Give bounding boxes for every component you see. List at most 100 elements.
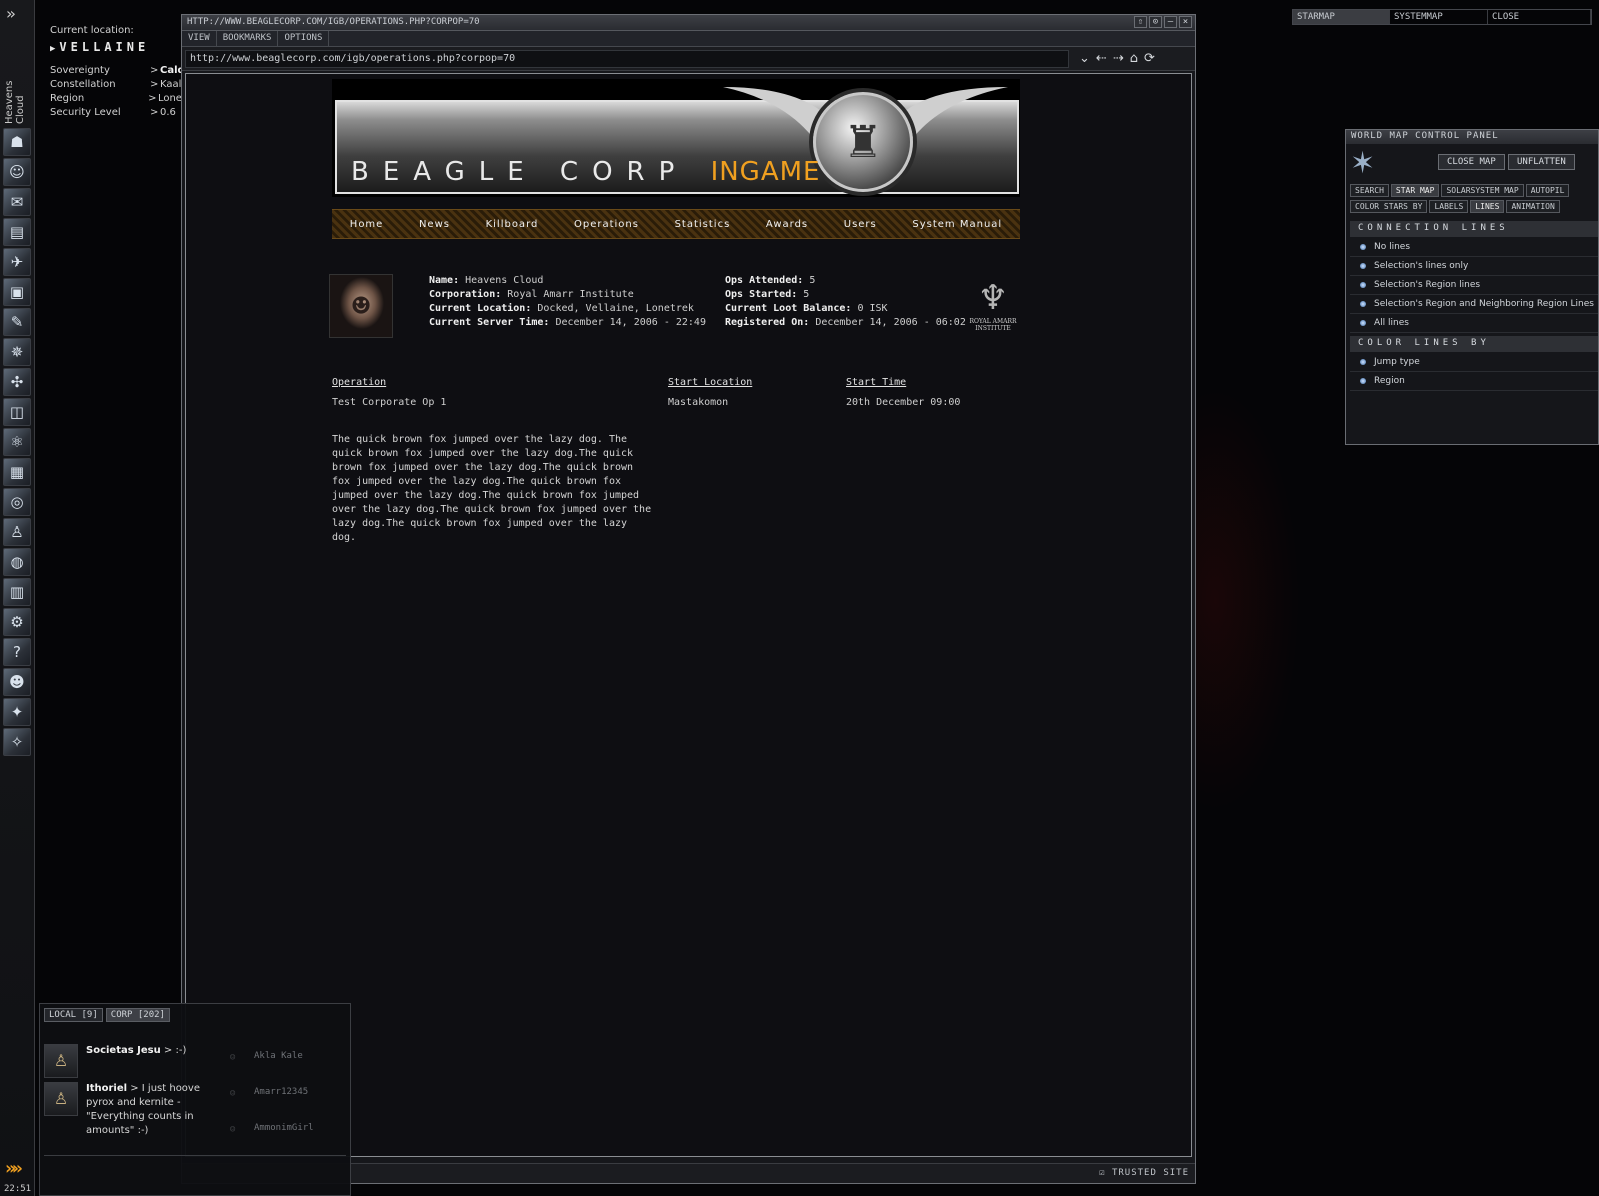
tab-labels[interactable]: LABELS bbox=[1429, 200, 1469, 213]
radio-icon bbox=[1360, 282, 1366, 288]
map-icon[interactable]: ✵ bbox=[3, 338, 31, 366]
close-map-button[interactable]: CLOSE MAP bbox=[1438, 154, 1505, 170]
neocom-expand-button[interactable]: » bbox=[6, 4, 16, 23]
chat-input[interactable] bbox=[44, 1155, 346, 1191]
location-value: 0.6 bbox=[160, 106, 176, 118]
header-start-time[interactable]: Start Time bbox=[846, 377, 906, 388]
settings-icon[interactable]: ⊙ bbox=[1149, 16, 1162, 28]
location-row-security: Security Level > 0.6 bbox=[50, 105, 190, 119]
drones-icon[interactable]: ✦ bbox=[3, 698, 31, 726]
table-row[interactable]: Test Corporate Op 1 Mastakomon 20th Dece… bbox=[332, 392, 1020, 412]
url-input[interactable]: http://www.beaglecorp.com/igb/operations… bbox=[185, 49, 1069, 68]
forward-icon[interactable]: ⇢ bbox=[1113, 51, 1124, 66]
clock: 22:51 bbox=[4, 1184, 32, 1194]
nav-killboard[interactable]: Killboard bbox=[486, 219, 539, 230]
tab-lines[interactable]: LINES bbox=[1470, 200, 1505, 213]
journal-icon[interactable]: ✎ bbox=[3, 308, 31, 336]
tab-starmap[interactable]: STARMAP bbox=[1293, 10, 1390, 24]
tab-autopilot[interactable]: AUTOPIL bbox=[1525, 184, 1570, 197]
browser-title-bar[interactable]: HTTP://WWW.BEAGLECORP.COM/IGB/OPERATIONS… bbox=[182, 15, 1195, 31]
tab-star-map[interactable]: STAR MAP bbox=[1390, 184, 1440, 197]
option-region-neighbor-lines[interactable]: Selection's Region and Neighboring Regio… bbox=[1350, 295, 1598, 314]
tab-systemmap[interactable]: SYSTEMMAP bbox=[1390, 10, 1488, 24]
mail-icon[interactable]: ✉ bbox=[3, 188, 31, 216]
portrait-icon[interactable]: ☻ bbox=[3, 668, 31, 696]
list-item[interactable]: Amarr12345 bbox=[224, 1082, 348, 1118]
tab-animation[interactable]: ANIMATION bbox=[1506, 200, 1560, 213]
history-dropdown-icon[interactable]: ⌄ bbox=[1079, 51, 1090, 66]
header-operation[interactable]: Operation bbox=[332, 377, 386, 388]
neocom-more-icon[interactable]: »» bbox=[5, 1158, 23, 1179]
people-icon[interactable]: ☺ bbox=[3, 158, 31, 186]
menu-view[interactable]: VIEW bbox=[182, 31, 217, 46]
back-icon[interactable]: ⇠ bbox=[1096, 51, 1107, 66]
site-banner: ♜ BEAGLE CORP INGAME bbox=[332, 79, 1020, 197]
chat-portrait-icon[interactable]: ♙ bbox=[44, 1082, 78, 1116]
location-arrow-icon: > bbox=[150, 64, 159, 76]
chat-sender[interactable]: Ithoriel bbox=[86, 1083, 127, 1094]
browser-icon[interactable]: ◍ bbox=[3, 548, 31, 576]
option-no-lines[interactable]: No lines bbox=[1350, 238, 1598, 257]
tab-search[interactable]: SEARCH bbox=[1350, 184, 1389, 197]
menu-options[interactable]: OPTIONS bbox=[278, 31, 330, 46]
banner-title: BEAGLE CORP INGAME bbox=[351, 157, 820, 187]
unflatten-button[interactable]: UNFLATTEN bbox=[1508, 154, 1575, 170]
option-jump-type[interactable]: Jump type bbox=[1350, 353, 1598, 372]
settings-icon[interactable]: ✧ bbox=[3, 728, 31, 756]
reload-icon[interactable]: ⟳ bbox=[1144, 51, 1155, 66]
chat-portrait-icon[interactable]: ♙ bbox=[44, 1044, 78, 1078]
browser-nav-buttons: ⌄ ⇠ ⇢ ⌂ ⟳ bbox=[1079, 51, 1155, 66]
cell-start-location: Mastakomon bbox=[668, 396, 729, 408]
location-arrow-icon: > bbox=[150, 78, 159, 90]
menu-bookmarks[interactable]: BOOKMARKS bbox=[217, 31, 279, 46]
nav-system-manual[interactable]: System Manual bbox=[912, 219, 1002, 230]
info-icon[interactable]: ? bbox=[3, 638, 31, 666]
nav-news[interactable]: News bbox=[419, 219, 450, 230]
tab-corp-chat[interactable]: CORP [202] bbox=[105, 1008, 170, 1022]
nav-statistics[interactable]: Statistics bbox=[675, 219, 731, 230]
tab-color-stars-by[interactable]: COLOR STARS BY bbox=[1350, 200, 1428, 213]
panel-title[interactable]: WORLD MAP CONTROL PANEL bbox=[1346, 130, 1598, 144]
tab-close[interactable]: CLOSE bbox=[1488, 10, 1591, 24]
nav-users[interactable]: Users bbox=[844, 219, 877, 230]
nav-awards[interactable]: Awards bbox=[766, 219, 808, 230]
logbook-icon[interactable]: ▥ bbox=[3, 578, 31, 606]
option-selection-region-lines[interactable]: Selection's Region lines bbox=[1350, 276, 1598, 295]
ship-icon[interactable]: ✈ bbox=[3, 248, 31, 276]
chat-sender[interactable]: Societas Jesu bbox=[86, 1045, 161, 1056]
web-page: ♜ BEAGLE CORP INGAME Home News Killboard… bbox=[185, 73, 1192, 1157]
pilot-name: Heavens Cloud bbox=[4, 80, 26, 124]
close-icon[interactable]: × bbox=[1179, 16, 1192, 28]
calculator-icon[interactable]: ▦ bbox=[3, 458, 31, 486]
list-item[interactable]: Akla Kale bbox=[224, 1046, 348, 1082]
header-start-location[interactable]: Start Location bbox=[668, 377, 752, 388]
market-icon[interactable]: ◫ bbox=[3, 398, 31, 426]
tab-local-chat[interactable]: LOCAL [9] bbox=[44, 1008, 103, 1022]
corporation-icon[interactable]: ✣ bbox=[3, 368, 31, 396]
character-sheet-icon[interactable]: ☗ bbox=[3, 128, 31, 156]
home-icon[interactable]: ⌂ bbox=[1130, 51, 1138, 66]
science-icon[interactable]: ⚛ bbox=[3, 428, 31, 456]
profile-name-row: Name: Heavens Cloud bbox=[429, 275, 544, 286]
people-and-places-icon[interactable]: ♙ bbox=[3, 518, 31, 546]
tab-solarsystem-map[interactable]: SOLARSYSTEM MAP bbox=[1441, 184, 1524, 197]
assets-icon[interactable]: ▣ bbox=[3, 278, 31, 306]
chat-window: LOCAL [9] CORP [202] ♙ Societas Jesu > :… bbox=[39, 1003, 351, 1196]
option-selection-lines[interactable]: Selection's lines only bbox=[1350, 257, 1598, 276]
notepad-icon[interactable]: ▤ bbox=[3, 218, 31, 246]
list-item[interactable]: AmmonimGirl bbox=[224, 1118, 348, 1154]
help-icon[interactable]: ◎ bbox=[3, 488, 31, 516]
system-name[interactable]: ▶ VELLAINE bbox=[50, 40, 190, 54]
minimize-icon[interactable]: – bbox=[1164, 16, 1177, 28]
operations-table: Operation Start Location Start Time Test… bbox=[332, 372, 1020, 412]
table-header: Operation Start Location Start Time bbox=[332, 372, 1020, 392]
pin-icon[interactable]: ⇧ bbox=[1134, 16, 1147, 28]
nav-operations[interactable]: Operations bbox=[574, 219, 639, 230]
fitting-icon[interactable]: ⚙ bbox=[3, 608, 31, 636]
option-region[interactable]: Region bbox=[1350, 372, 1598, 391]
location-panel: Current location: ▶ VELLAINE Sovereignty … bbox=[50, 25, 190, 119]
option-all-lines[interactable]: All lines bbox=[1350, 314, 1598, 333]
nav-home[interactable]: Home bbox=[350, 219, 384, 230]
map-sub-tabs: COLOR STARS BY LABELS LINES ANIMATION bbox=[1350, 200, 1560, 213]
profile-time-row: Current Server Time: December 14, 2006 -… bbox=[429, 317, 706, 328]
